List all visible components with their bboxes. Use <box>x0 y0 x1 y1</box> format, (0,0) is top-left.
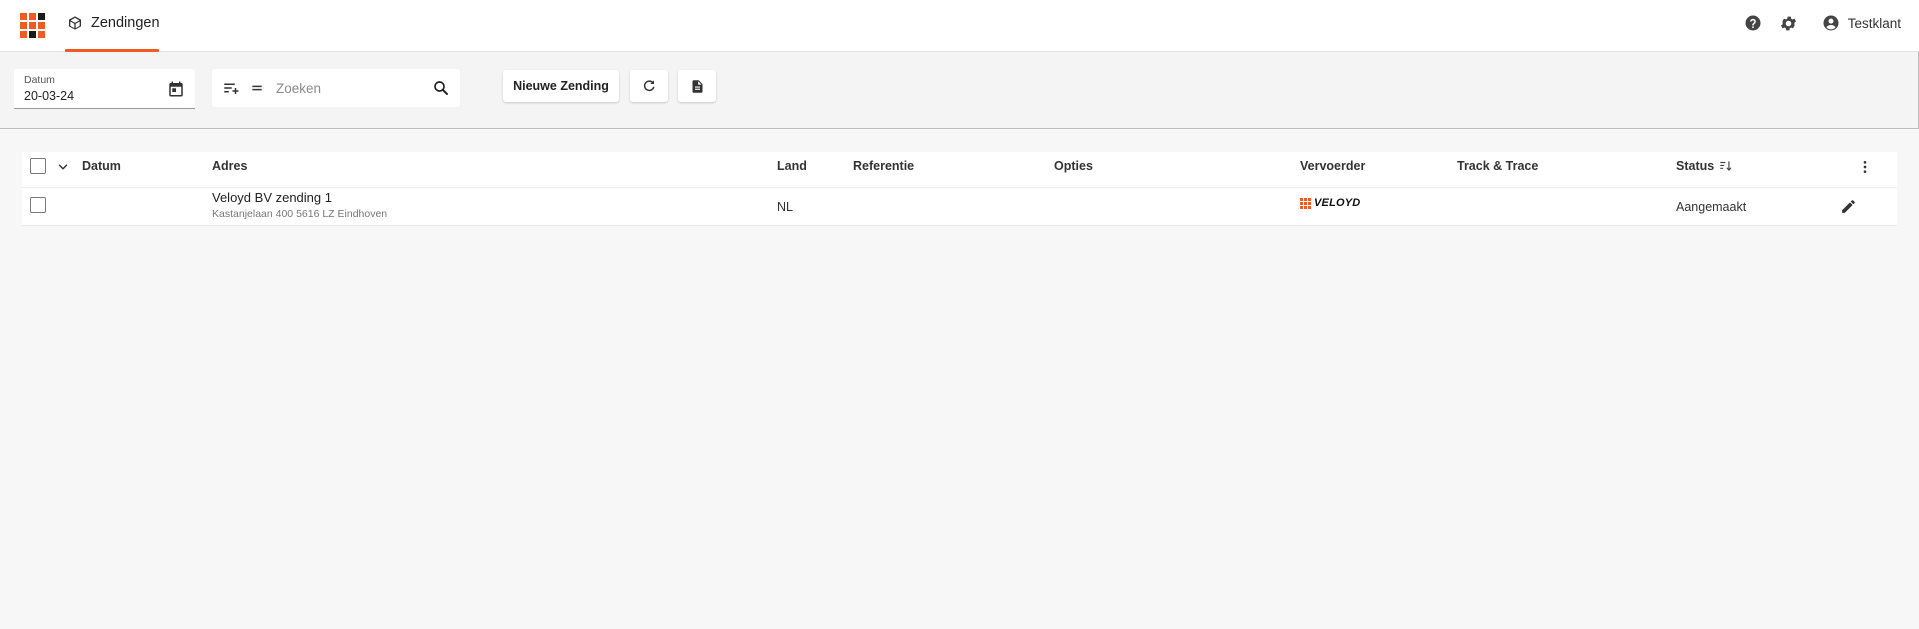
column-header-status[interactable]: Status <box>1676 159 1714 173</box>
gear-icon <box>1781 16 1797 30</box>
calendar-icon[interactable] <box>167 80 185 98</box>
logo-square <box>29 31 36 38</box>
logo-square <box>20 13 27 20</box>
table-row[interactable]: Veloyd BV zending 1 Kastanjelaan 400 561… <box>22 187 1897 226</box>
package-icon <box>69 16 81 30</box>
refresh-button[interactable] <box>630 70 668 102</box>
shipments-table: Datum Adres Land Referentie Opties Vervo… <box>22 152 1897 226</box>
column-header-datum[interactable]: Datum <box>82 159 121 173</box>
equals-icon[interactable] <box>250 81 264 95</box>
file-document-icon <box>692 79 702 93</box>
column-header-referentie[interactable]: Referentie <box>853 159 914 173</box>
help-circle-icon <box>1745 15 1761 31</box>
sort-icon[interactable] <box>1719 159 1733 173</box>
search-icon[interactable] <box>432 79 450 97</box>
column-header-adres[interactable]: Adres <box>212 159 247 173</box>
logo-square <box>38 22 45 29</box>
toolbar: Datum 20-03-24 Nieuwe Zending <box>0 52 1919 129</box>
search-field <box>212 69 460 107</box>
column-header-track-trace[interactable]: Track & Trace <box>1457 159 1538 173</box>
user-menu[interactable]: Testklant <box>1822 14 1901 32</box>
tab-label: Zendingen <box>91 15 160 31</box>
settings-button[interactable] <box>1778 12 1800 34</box>
edit-pencil-icon[interactable] <box>1840 198 1857 215</box>
row-address-name: Veloyd BV zending 1 <box>212 190 332 205</box>
chevron-down-icon[interactable] <box>56 160 70 174</box>
date-label: Datum <box>24 74 55 86</box>
user-name: Testklant <box>1847 15 1901 31</box>
select-all-checkbox[interactable] <box>30 158 46 174</box>
help-button[interactable] <box>1742 12 1764 34</box>
row-address-detail: Kastanjelaan 400 5616 LZ Eindhoven <box>212 208 388 220</box>
new-shipment-button[interactable]: Nieuwe Zending <box>503 70 619 102</box>
carrier-logo: VELOYD <box>1300 197 1360 209</box>
column-header-land[interactable]: Land <box>777 159 807 173</box>
search-input[interactable] <box>276 77 426 99</box>
column-header-opties[interactable]: Opties <box>1054 159 1093 173</box>
refresh-icon <box>643 80 655 92</box>
logo-square <box>29 13 36 20</box>
app-logo-icon[interactable] <box>20 13 45 38</box>
filter-add-icon[interactable] <box>222 79 240 97</box>
header-actions: Testklant <box>1728 0 1901 46</box>
logo-square <box>20 22 27 29</box>
date-field[interactable]: Datum 20-03-24 <box>14 69 195 109</box>
logo-square <box>20 31 27 38</box>
logo-square <box>38 13 45 20</box>
veloyd-logo-icon <box>1300 197 1311 209</box>
account-circle-icon <box>1823 15 1839 31</box>
row-land: NL <box>777 200 793 214</box>
logo-square <box>38 31 45 38</box>
export-button[interactable] <box>678 70 716 102</box>
top-bar: Zendingen Testklant <box>0 0 1919 52</box>
logo-square <box>29 22 36 29</box>
more-vert-icon[interactable] <box>1857 159 1873 175</box>
column-header-vervoerder[interactable]: Vervoerder <box>1300 159 1365 173</box>
row-status: Aangemaakt <box>1676 200 1747 214</box>
carrier-name: VELOYD <box>1314 197 1361 209</box>
row-checkbox[interactable] <box>30 197 46 213</box>
tab-zendingen[interactable]: Zendingen <box>65 0 160 52</box>
date-value[interactable]: 20-03-24 <box>24 89 74 103</box>
